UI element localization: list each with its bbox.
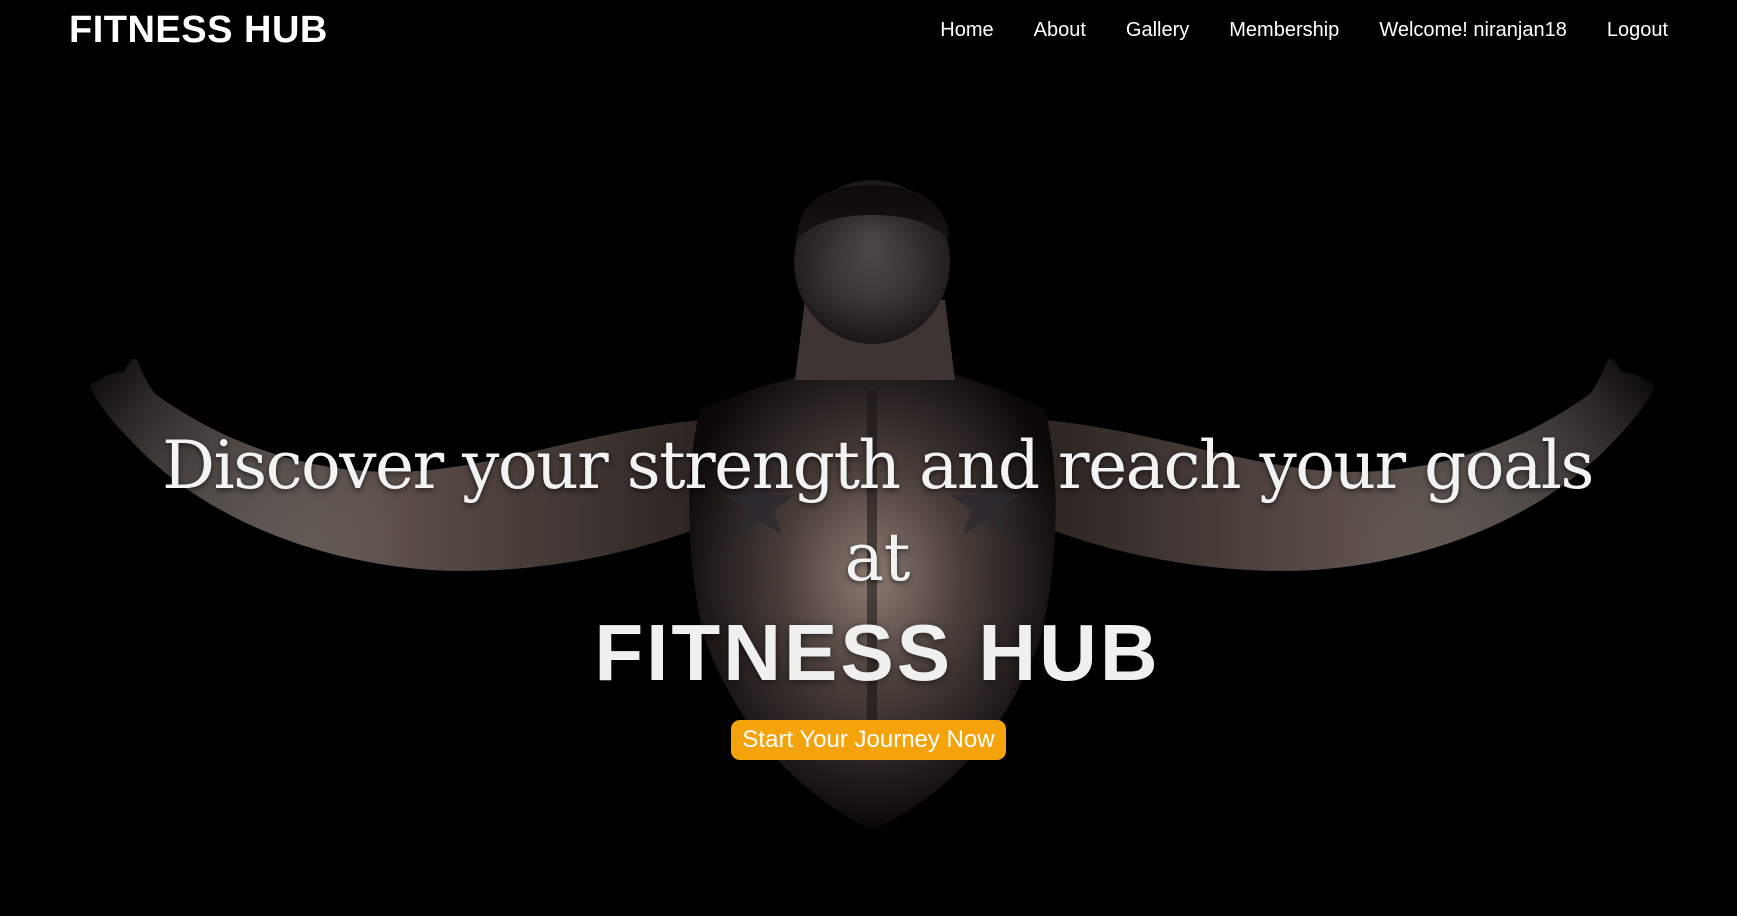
nav-links: Home About Gallery Membership Welcome! n… (940, 17, 1668, 43)
nav-link-about[interactable]: About (1034, 17, 1086, 43)
hero-title: FITNESS HUB (594, 608, 1161, 697)
top-navbar: FITNESS HUB Home About Gallery Membershi… (0, 0, 1737, 60)
nav-link-home[interactable]: Home (940, 17, 993, 43)
nav-link-gallery[interactable]: Gallery (1126, 17, 1189, 43)
nav-link-logout[interactable]: Logout (1607, 17, 1668, 43)
landing-page: FITNESS HUB Home About Gallery Membershi… (0, 0, 1737, 916)
nav-link-membership[interactable]: Membership (1229, 17, 1339, 43)
hero-tagline-at: at (844, 519, 911, 596)
hero-tagline: Discover your strength and reach your go… (162, 427, 1594, 504)
start-journey-button[interactable]: Start Your Journey Now (731, 720, 1006, 760)
hero-section: Discover your strength and reach your go… (0, 0, 1737, 916)
nav-link-welcome-user[interactable]: Welcome! niranjan18 (1379, 17, 1567, 43)
brand-logo[interactable]: FITNESS HUB (69, 8, 328, 52)
